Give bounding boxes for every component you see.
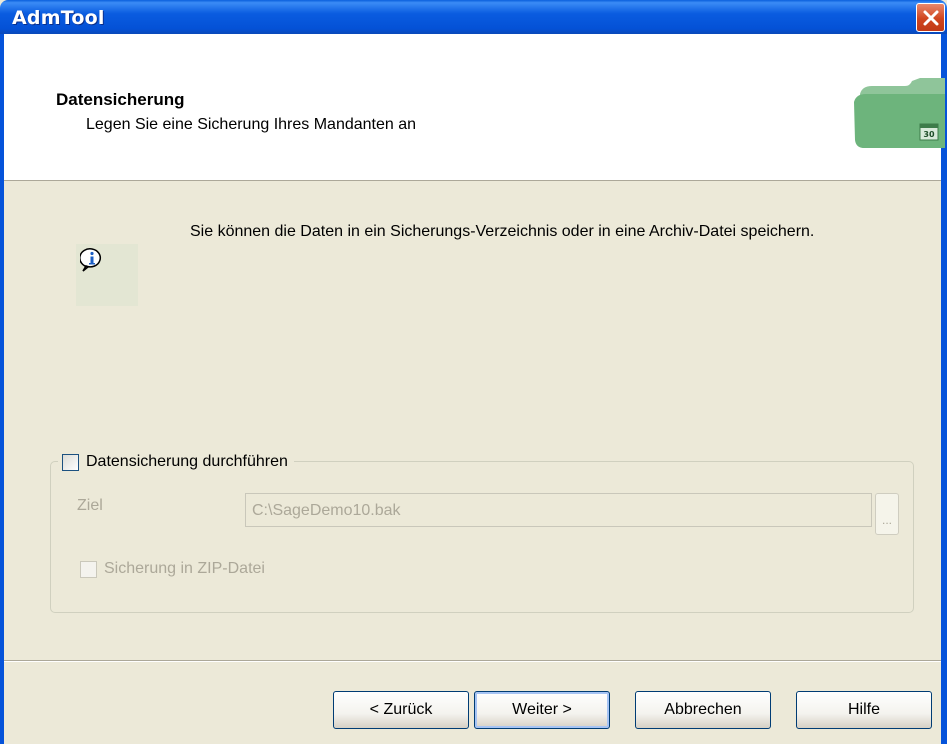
back-button[interactable]: < Zurück <box>333 691 469 729</box>
info-icon <box>80 248 101 272</box>
target-path-input[interactable]: C:\SageDemo10.bak <box>245 493 872 527</box>
title-bar[interactable]: AdmTool <box>0 0 947 34</box>
calendar-badge: 30 <box>923 130 935 139</box>
wizard-header: Datensicherung Legen Sie eine Sicherung … <box>4 34 945 181</box>
zip-checkbox-row[interactable]: Sicherung in ZIP-Datei <box>80 560 265 578</box>
help-button[interactable]: Hilfe <box>796 691 932 729</box>
page-title: Datensicherung <box>56 90 185 109</box>
info-panel <box>76 244 138 306</box>
browse-button[interactable]: ... <box>875 493 899 535</box>
footer-separator <box>4 660 941 662</box>
close-icon <box>923 10 938 25</box>
backup-groupbox <box>50 461 914 613</box>
info-text: Sie können die Daten in ein Sicherungs-V… <box>190 223 815 240</box>
backup-checkbox-label[interactable]: Datensicherung durchführen <box>86 453 288 471</box>
zip-checkbox[interactable] <box>80 560 97 578</box>
window-title: AdmTool <box>12 7 105 29</box>
backup-checkbox[interactable] <box>62 453 79 471</box>
next-button[interactable]: Weiter > <box>474 691 610 729</box>
cancel-button[interactable]: Abbrechen <box>635 691 771 729</box>
backup-folder-icon: 30 <box>850 76 945 156</box>
target-label: Ziel <box>77 497 103 514</box>
close-button[interactable] <box>916 3 945 32</box>
page-subtitle: Legen Sie eine Sicherung Ihres Mandanten… <box>86 116 417 133</box>
backup-checkbox-row[interactable]: Datensicherung durchführen <box>58 451 294 473</box>
zip-checkbox-label[interactable]: Sicherung in ZIP-Datei <box>104 560 265 578</box>
